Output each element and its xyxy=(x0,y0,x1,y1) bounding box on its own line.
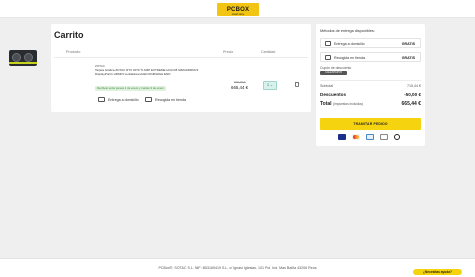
checkout-button[interactable]: TRAMITAR PEDIDO xyxy=(320,118,421,130)
subtotal-value: 715,44 € xyxy=(407,84,421,88)
total-label: Total xyxy=(320,101,332,107)
ship-store-label: Recogida en tienda xyxy=(155,97,186,102)
cart-title: Carrito xyxy=(54,30,84,40)
footer: PCBox®, SOTAC S.L. NIF: B53169419 S.L. c… xyxy=(0,258,475,277)
delivery-option-price: GRATIS xyxy=(401,42,415,46)
column-header-product: Producto xyxy=(66,50,81,54)
delivery-option-store[interactable]: Recogida en tienda GRATIS xyxy=(320,52,421,62)
ship-home-label: Entrega a domicilio xyxy=(108,97,139,102)
help-button[interactable]: ¿Necesitas ayuda? xyxy=(413,269,462,275)
accent-stripe xyxy=(9,62,37,64)
payment-icons xyxy=(338,134,400,140)
delivery-option-home[interactable]: Entrega a domicilio GRATIS xyxy=(320,38,421,48)
subtotal-row: Subtotal 715,44 € xyxy=(320,84,421,88)
delivery-date-badge: Recíbelo entre jueves 1 de enero y marte… xyxy=(95,86,166,91)
discount-value: -50,00 € xyxy=(404,92,421,97)
trash-icon[interactable] xyxy=(295,82,299,87)
pcbox-logo[interactable]: PCBOX smart store xyxy=(217,3,259,16)
truck-icon xyxy=(325,41,331,46)
divider xyxy=(320,80,421,81)
quantity-select[interactable]: 1 ⌄ xyxy=(263,81,277,90)
column-header-quantity: Cantidad xyxy=(261,50,276,54)
mastercard-icon xyxy=(352,134,360,140)
order-summary-panel: Métodos de entrega disponibles: Entrega … xyxy=(316,24,425,146)
coupon-chip[interactable]: CALENTAPC5 xyxy=(320,71,347,75)
total-note: (Impuestos incluidos) xyxy=(332,102,364,106)
discount-row: Descuentos -50,00 € xyxy=(320,92,421,97)
product-name[interactable]: Tarjeta Gráfica ZOTAC RTX 3070 TI AMP EX… xyxy=(95,68,207,76)
truck-icon xyxy=(98,97,105,102)
store-icon xyxy=(145,97,152,102)
old-price: 699,00 € xyxy=(234,80,246,84)
amex-icon xyxy=(366,134,374,140)
visa-icon xyxy=(338,134,346,140)
fan-graphic xyxy=(12,53,21,62)
divider xyxy=(54,57,308,58)
delivery-option-price: GRATIS xyxy=(401,56,415,60)
delivery-methods-title: Métodos de entrega disponibles: xyxy=(320,29,375,33)
coupon-label: Cupón de descuento xyxy=(320,66,352,70)
footer-legal-text: PCBox®, SOTAC S.L. NIF: B53169419 S.L. c… xyxy=(158,266,317,270)
paypal-icon xyxy=(380,134,388,140)
discount-label: Descuentos xyxy=(320,92,347,97)
total-row: Total (Impuestos incluidos) 665,44 € xyxy=(320,101,421,107)
item-price: 665,44 € xyxy=(231,85,249,90)
subtotal-label: Subtotal xyxy=(320,84,334,88)
fan-graphic xyxy=(24,53,33,62)
store-icon xyxy=(325,55,331,60)
ship-store-option[interactable]: Recogida en tienda xyxy=(145,97,186,102)
top-bar: PCBOX smart store xyxy=(0,0,475,18)
delivery-option-label: Entrega a domicilio xyxy=(334,42,365,46)
total-value: 665,44 € xyxy=(401,101,421,107)
logo-tagline: smart store xyxy=(231,13,245,16)
bizum-icon xyxy=(394,134,400,140)
delivery-option-label: Recogida en tienda xyxy=(334,56,365,60)
column-header-price: Precio xyxy=(223,50,234,54)
product-image[interactable] xyxy=(9,50,37,66)
ship-home-option[interactable]: Entrega a domicilio xyxy=(98,97,139,102)
logo-text: PCBOX xyxy=(226,6,250,13)
